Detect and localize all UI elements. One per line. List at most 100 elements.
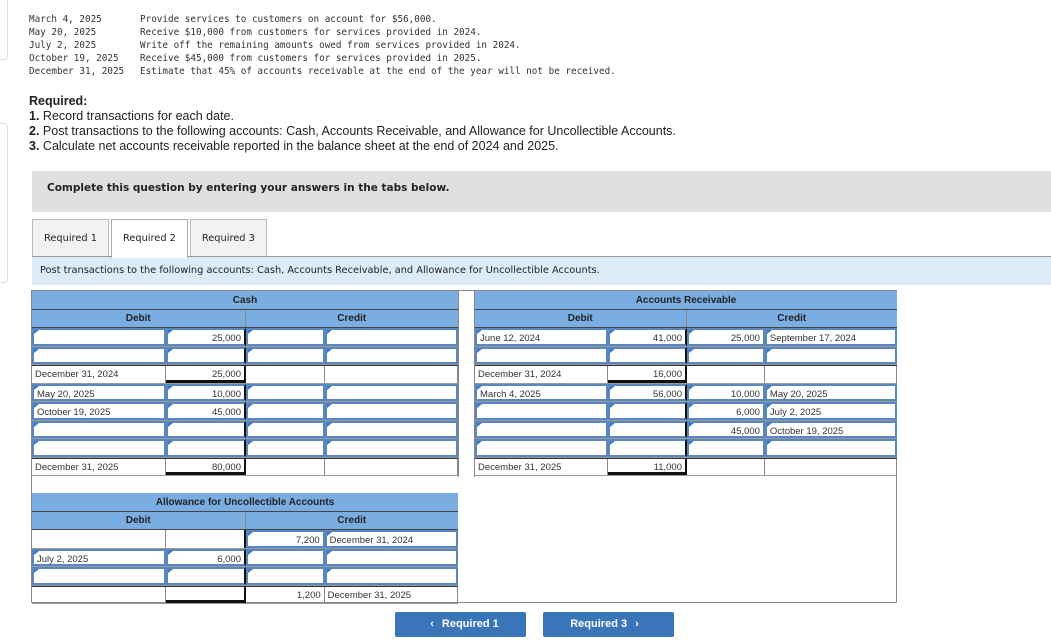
- debit-amount-cell[interactable]: 10,000: [166, 383, 246, 401]
- credit-amount-cell[interactable]: [246, 383, 325, 401]
- credit-date-cell: [325, 458, 458, 475]
- credit-amount-cell[interactable]: [246, 328, 325, 346]
- debit-amount-cell[interactable]: [166, 420, 246, 438]
- credit-date-cell[interactable]: [324, 420, 458, 438]
- ledger-row: June 12, 2024 41,000 25,000 September 17, 2…: [475, 328, 897, 347]
- debit-amount-cell: [166, 530, 246, 548]
- debit-date-cell[interactable]: [475, 402, 609, 420]
- transaction-text: Estimate that 45% of accounts receivable…: [140, 66, 616, 77]
- debit-date-cell[interactable]: [475, 420, 609, 438]
- ledger-row: December 31, 2024 16,000: [475, 365, 898, 384]
- credit-date-cell[interactable]: [324, 402, 458, 420]
- debit-date-cell[interactable]: October 19, 2025: [32, 402, 167, 420]
- debit-amount-cell[interactable]: [608, 420, 687, 438]
- debit-date-cell: December 31, 2024: [475, 366, 609, 383]
- debit-header: Debit: [32, 512, 246, 529]
- credit-date-cell[interactable]: July 2, 2025: [764, 402, 897, 420]
- credit-date-cell[interactable]: [764, 346, 897, 364]
- next-required-button[interactable]: Required 3 ›: [543, 612, 674, 637]
- credit-date-cell[interactable]: [324, 328, 458, 346]
- debit-amount-cell[interactable]: 25,000: [166, 328, 246, 346]
- ledger-area: Cash Debit Credit 25,000 December 31, 202…: [31, 290, 898, 604]
- debit-date-cell[interactable]: [32, 567, 167, 585]
- ledger-row: 7,200 December 31, 2024: [32, 530, 459, 549]
- ledger-row: July 2, 2025 6,000: [32, 548, 458, 567]
- credit-date-cell[interactable]: [324, 383, 458, 401]
- debit-date-cell[interactable]: [32, 346, 167, 364]
- credit-date-cell[interactable]: October 19, 2025: [764, 420, 897, 438]
- tab-required-3[interactable]: Required 3: [189, 219, 267, 257]
- credit-amount-cell[interactable]: 45,000: [686, 420, 765, 438]
- tab-required-1[interactable]: Required 1: [32, 219, 109, 257]
- required-item-number: 2.: [29, 124, 40, 138]
- ledger-row: December 31, 2025 80,000: [32, 457, 458, 476]
- credit-amount-cell[interactable]: 10,000: [686, 383, 765, 401]
- debit-amount-cell[interactable]: 41,000: [608, 328, 687, 346]
- required-section: Required: 1. Record transactions for eac…: [29, 94, 676, 154]
- debit-amount-cell[interactable]: [608, 346, 687, 364]
- debit-date-cell[interactable]: [475, 439, 609, 457]
- credit-date-cell[interactable]: [324, 548, 458, 566]
- debit-amount-cell[interactable]: [166, 439, 246, 457]
- credit-amount-cell[interactable]: [246, 402, 325, 420]
- transaction-date: March 4, 2025: [29, 14, 102, 25]
- credit-amount-cell[interactable]: 6,000: [686, 402, 765, 420]
- debit-date-cell[interactable]: [32, 439, 167, 457]
- debit-amount-cell[interactable]: 6,000: [166, 548, 246, 566]
- debit-amount-cell[interactable]: [166, 567, 246, 585]
- credit-amount-cell[interactable]: [246, 420, 325, 438]
- credit-amount-cell[interactable]: 25,000: [686, 328, 765, 346]
- credit-amount-cell[interactable]: 7,200: [245, 530, 325, 548]
- debit-date-cell[interactable]: March 4, 2025: [475, 383, 609, 401]
- required-item: 2. Post transactions to the following ac…: [29, 124, 676, 139]
- debit-date-cell[interactable]: [475, 346, 609, 364]
- credit-date-cell[interactable]: [324, 346, 458, 364]
- debit-date-cell[interactable]: May 20, 2025: [32, 383, 167, 401]
- ledger-spacer: [458, 291, 475, 477]
- credit-amount-cell: [246, 366, 325, 383]
- credit-amount-cell[interactable]: [246, 548, 325, 566]
- debit-date-cell: December 31, 2025: [475, 458, 609, 475]
- t-account-allowance: Allowance for Uncollectible Accounts Deb…: [32, 493, 459, 604]
- credit-amount-cell[interactable]: [246, 346, 325, 364]
- credit-amount-cell[interactable]: [246, 567, 325, 585]
- debit-date-cell[interactable]: June 12, 2024: [475, 328, 609, 346]
- t-account-title: Allowance for Uncollectible Accounts: [32, 493, 458, 512]
- credit-amount-cell[interactable]: [246, 439, 325, 457]
- debit-amount-cell[interactable]: [166, 346, 246, 364]
- credit-date-cell[interactable]: September 17, 2024: [764, 328, 897, 346]
- credit-date-cell: December 31, 2025: [325, 586, 458, 603]
- debit-date-cell[interactable]: [32, 420, 167, 438]
- next-button-label: Required 3: [570, 618, 628, 630]
- credit-amount-cell[interactable]: [686, 439, 765, 457]
- ledger-row: December 31, 2024 25,000: [32, 365, 458, 384]
- transaction-row: March 4, 2025 Provide services to custome…: [29, 13, 616, 26]
- credit-date-cell: [325, 366, 458, 383]
- required-item-number: 1.: [29, 109, 40, 123]
- debit-date-cell[interactable]: [32, 328, 167, 346]
- ledger-row: [32, 346, 458, 365]
- t-account-accounts-receivable: Accounts Receivable Debit Credit June 12…: [475, 291, 898, 476]
- credit-amount-cell[interactable]: [686, 346, 765, 364]
- chevron-right-icon: ›: [635, 618, 639, 630]
- prev-required-button[interactable]: ‹ Required 1: [395, 612, 526, 637]
- debit-amount-cell[interactable]: [608, 402, 687, 420]
- credit-date-cell[interactable]: [324, 439, 458, 457]
- debit-date-cell: [32, 530, 167, 548]
- ledger-row: 45,000 October 19, 2025: [475, 420, 897, 439]
- credit-date-cell[interactable]: December 31, 2024: [324, 530, 459, 548]
- credit-date-cell[interactable]: May 20, 2025: [764, 383, 897, 401]
- required-item: 3. Calculate net accounts receivable rep…: [29, 139, 676, 154]
- debit-amount-cell[interactable]: 56,000: [608, 383, 687, 401]
- debit-date-cell[interactable]: July 2, 2025: [32, 548, 167, 566]
- ledger-row: [475, 439, 897, 458]
- credit-date-cell[interactable]: [324, 567, 458, 585]
- credit-date-cell[interactable]: [764, 439, 897, 457]
- transaction-date: July 2, 2025: [29, 40, 97, 51]
- debit-amount-cell[interactable]: [608, 439, 687, 457]
- tab-required-2[interactable]: Required 2: [110, 219, 188, 258]
- transaction-text: Receive $45,000 from customers for servi…: [140, 53, 482, 64]
- ledger-row: December 31, 2025 11,000: [475, 457, 898, 476]
- debit-amount-cell[interactable]: 45,000: [166, 402, 246, 420]
- required-item-text: Record transactions for each date.: [39, 109, 234, 123]
